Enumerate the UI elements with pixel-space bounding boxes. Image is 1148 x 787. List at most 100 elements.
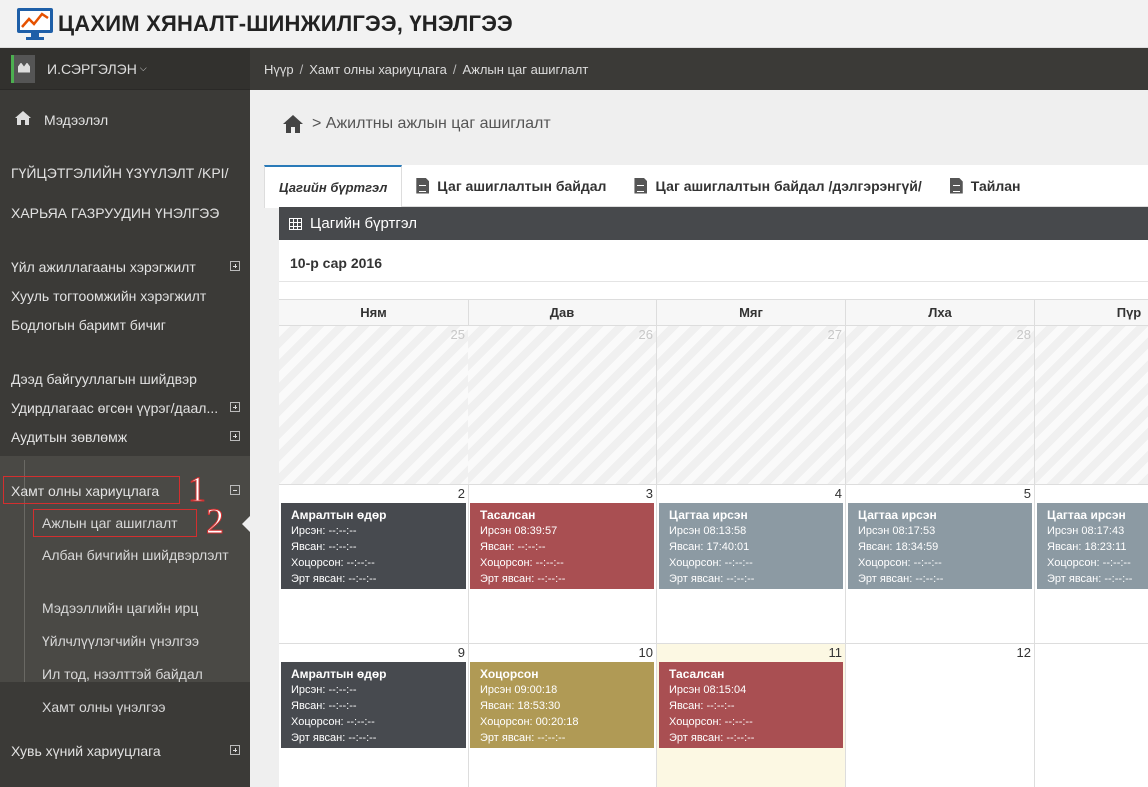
- home-icon: [14, 110, 32, 126]
- sidebar-item-personal-accountability[interactable]: Хувь хүний хариуцлага: [0, 743, 250, 759]
- event-detail-line: Явсан: --:--:--: [480, 541, 546, 553]
- event-title: Цагтаа ирсэн: [1047, 508, 1126, 522]
- calendar-day-cell[interactable]: 2 Амралтын өдөр Ирсэн: --:--:-- Явсан: --:-…: [279, 485, 469, 644]
- submenu-item-label: Үйлчлүүлэгчийн үнэлгээ: [42, 633, 200, 649]
- event-title: Амралтын өдөр: [291, 667, 387, 681]
- calendar-day-cell[interactable]: 3 Тасалсан Ирсэн 08:39:57 Явсан: --:--:-- Хо…: [468, 485, 657, 644]
- calendar-day-cell[interactable]: Цагтаа ирсэн Ирсэн 08:17:43 Явсан: 18:23:1…: [1035, 485, 1148, 644]
- event-detail-line: Явсан: 18:23:11: [1047, 541, 1127, 553]
- expand-icon[interactable]: [230, 402, 240, 412]
- sidebar-item-label: Хувь хүний хариуцлага: [11, 743, 161, 759]
- monitor-chart-icon: [16, 7, 54, 41]
- expand-icon[interactable]: [230, 431, 240, 441]
- tab-label: Цаг ашиглалтын байдал /дэлгэрэнгүй/: [655, 177, 922, 194]
- submenu-item-team-rating[interactable]: Хамт олны үнэлгээ: [42, 698, 232, 717]
- event-title: Амралтын өдөр: [291, 508, 387, 522]
- tab-report[interactable]: Тайлан: [936, 165, 1035, 207]
- tab-usage-status-detail[interactable]: Цаг ашиглалтын байдал /дэлгэрэнгүй/: [620, 165, 935, 207]
- submenu-item-customer-rating[interactable]: Үйлчлүүлэгчийн үнэлгээ: [42, 632, 232, 651]
- calendar-day-cell[interactable]: 4 Цагтаа ирсэн Ирсэн 08:13:58 Явсан: 17:40:…: [657, 485, 846, 644]
- day-number: 27: [827, 327, 842, 342]
- attendance-event[interactable]: Хоцорсон Ирсэн 09:00:18 Явсан: 18:53:30 Хоц…: [470, 662, 654, 748]
- event-detail-line: Ирсэн 08:17:43: [1047, 525, 1125, 537]
- app-title: ЦАХИМ ХЯНАЛТ-ШИНЖИЛГЭЭ, ҮНЭЛГЭЭ: [58, 10, 513, 36]
- tab-usage-status[interactable]: Цаг ашиглалтын байдал: [402, 165, 620, 207]
- calendar: Ням Дав Мяг Лха Пүр 25 26 27 28 2 Амралтын өдөр Ир…: [279, 299, 1148, 787]
- expand-icon[interactable]: [230, 745, 240, 755]
- submenu-item-official-letters[interactable]: Албан бичгийн шийдвэрлэлт: [42, 546, 232, 565]
- sidebar-item-policy-documents[interactable]: Бодлогын баримт бичиг: [0, 317, 250, 333]
- calendar-day-cell[interactable]: 27: [657, 326, 846, 485]
- user-menu[interactable]: И.СЭРГЭЛЭН ⌵: [0, 48, 250, 90]
- home-icon[interactable]: [282, 114, 304, 134]
- sidebar-item-info[interactable]: Мэдээлэл: [0, 110, 250, 128]
- panel-header: Цагийн бүртгэл: [279, 207, 1148, 240]
- user-name: И.СЭРГЭЛЭН: [47, 60, 137, 77]
- breadcrumb-home-link[interactable]: Нүүр: [264, 62, 294, 77]
- sidebar-item-audit[interactable]: Аудитын зөвлөмж: [0, 429, 250, 445]
- calendar-day-cell[interactable]: 28: [846, 326, 1035, 485]
- calendar-day-cell[interactable]: [1035, 644, 1148, 787]
- event-detail-line: Эрт явсан: --:--:--: [480, 573, 566, 585]
- annotation-box-2: [33, 509, 197, 537]
- attendance-event[interactable]: Цагтаа ирсэн Ирсэн 08:13:58 Явсан: 17:40:0…: [659, 503, 843, 589]
- weekday-label: Лха: [846, 300, 1035, 326]
- breadcrumb-separator: /: [452, 61, 457, 77]
- event-detail-line: Хоцорсон: --:--:--: [858, 557, 942, 569]
- day-number: 25: [450, 327, 465, 342]
- calendar-day-cell[interactable]: 9 Амралтын өдөр Ирсэн: --:--:-- Явсан: --:-…: [279, 644, 469, 787]
- day-number: 11: [828, 645, 843, 660]
- event-detail-line: Эрт явсан: --:--:--: [669, 732, 755, 744]
- submenu-item-label: Албан бичгийн шийдвэрлэлт: [42, 547, 229, 563]
- tab-time-registry[interactable]: Цагийн бүртгэл: [264, 164, 403, 208]
- calendar-day-cell[interactable]: 26: [468, 326, 657, 485]
- submenu-item-transparency[interactable]: Ил тод, нээлттэй байдал: [42, 665, 232, 684]
- breadcrumb: Нүүр / Хамт олны хариуцлага / Ажлын цаг …: [250, 48, 1148, 90]
- attendance-event[interactable]: Амралтын өдөр Ирсэн: --:--:-- Явсан: --:--…: [281, 662, 466, 748]
- calendar-day-cell[interactable]: 25: [279, 326, 469, 485]
- avatar: [11, 54, 35, 83]
- event-detail-line: Ирсэн 08:17:53: [858, 525, 936, 537]
- sidebar-item-higher-decisions[interactable]: Дээд байгууллагын шийдвэр: [0, 371, 250, 387]
- event-detail-line: Ирсэн: --:--:--: [291, 525, 357, 537]
- sidebar-item-label: Мэдээлэл: [44, 112, 109, 128]
- day-number: 2: [457, 486, 465, 501]
- weekday-label: Ням: [279, 300, 469, 326]
- submenu-item-label: Ил тод, нээлттэй байдал: [42, 666, 203, 682]
- attendance-event[interactable]: Амралтын өдөр Ирсэн: --:--:-- Явсан: --:--…: [281, 503, 466, 589]
- attendance-event[interactable]: Тасалсан Ирсэн 08:39:57 Явсан: --:--:-- Хоц…: [470, 503, 654, 589]
- sidebar-item-legislation[interactable]: Хууль тогтоомжийн хэрэгжилт: [0, 288, 250, 304]
- sidebar-item-kpi[interactable]: ГҮЙЦЭТГЭЛИЙН ҮЗҮҮЛЭЛТ /KPI/: [0, 165, 250, 181]
- sidebar-item-label: ГҮЙЦЭТГЭЛИЙН ҮЗҮҮЛЭЛТ /KPI/: [11, 165, 229, 181]
- event-detail-line: Хоцорсон: --:--:--: [480, 557, 564, 569]
- attendance-event[interactable]: Цагтаа ирсэн Ирсэн 08:17:43 Явсан: 18:23:1…: [1037, 503, 1148, 589]
- calendar-day-cell[interactable]: 11 Тасалсан Ирсэн 08:15:04 Явсан: --:--:-- Х…: [657, 644, 846, 787]
- calendar-day-cell[interactable]: 12: [846, 644, 1035, 787]
- event-detail-line: Эрт явсан: --:--:--: [291, 573, 377, 585]
- breadcrumb-section-link[interactable]: Хамт олны хариуцлага: [309, 62, 447, 77]
- sidebar-item-management-tasks[interactable]: Удирдлагаас өгсөн үүрэг/даал...: [0, 400, 250, 416]
- event-detail-line: Ирсэн 08:13:58: [669, 525, 747, 537]
- expand-icon[interactable]: [230, 261, 240, 271]
- attendance-event[interactable]: Тасалсан Ирсэн 08:15:04 Явсан: --:--:-- Хоц…: [659, 662, 843, 748]
- document-icon: [416, 177, 430, 194]
- calendar-day-cell[interactable]: [1035, 326, 1148, 485]
- event-detail-line: Эрт явсан: --:--:--: [480, 732, 566, 744]
- event-detail-line: Хоцорсон: --:--:--: [669, 716, 753, 728]
- annotation-number-1: 1: [188, 469, 207, 510]
- attendance-event[interactable]: Цагтаа ирсэн Ирсэн 08:17:53 Явсан: 18:34:5…: [848, 503, 1032, 589]
- calendar-day-cell[interactable]: 5 Цагтаа ирсэн Ирсэн 08:17:53 Явсан: 18:34:…: [846, 485, 1035, 644]
- collapse-icon[interactable]: [230, 485, 240, 495]
- event-detail-line: Эрт явсан: --:--:--: [858, 573, 944, 585]
- calendar-day-cell[interactable]: 10 Хоцорсон Ирсэн 09:00:18 Явсан: 18:53:30 Х…: [468, 644, 657, 787]
- submenu-item-info-attendance[interactable]: Мэдээллийн цагийн ирц: [42, 599, 232, 618]
- sidebar-item-operations[interactable]: Үйл ажиллагааны хэрэгжилт: [0, 259, 250, 275]
- tab-label: Цаг ашиглалтын байдал: [437, 177, 607, 194]
- event-title: Тасалсан: [480, 508, 536, 522]
- sidebar-item-subsidiary-evaluation[interactable]: ХАРЬЯА ГАЗРУУДИН ҮНЭЛГЭЭ: [0, 205, 250, 221]
- event-detail-line: Ирсэн 09:00:18: [480, 684, 558, 696]
- active-indicator: [242, 516, 250, 532]
- month-title: 10-р сар 2016: [290, 255, 383, 271]
- tab-label: Цагийн бүртгэл: [279, 179, 388, 195]
- sidebar-item-label: Аудитын зөвлөмж: [11, 429, 128, 445]
